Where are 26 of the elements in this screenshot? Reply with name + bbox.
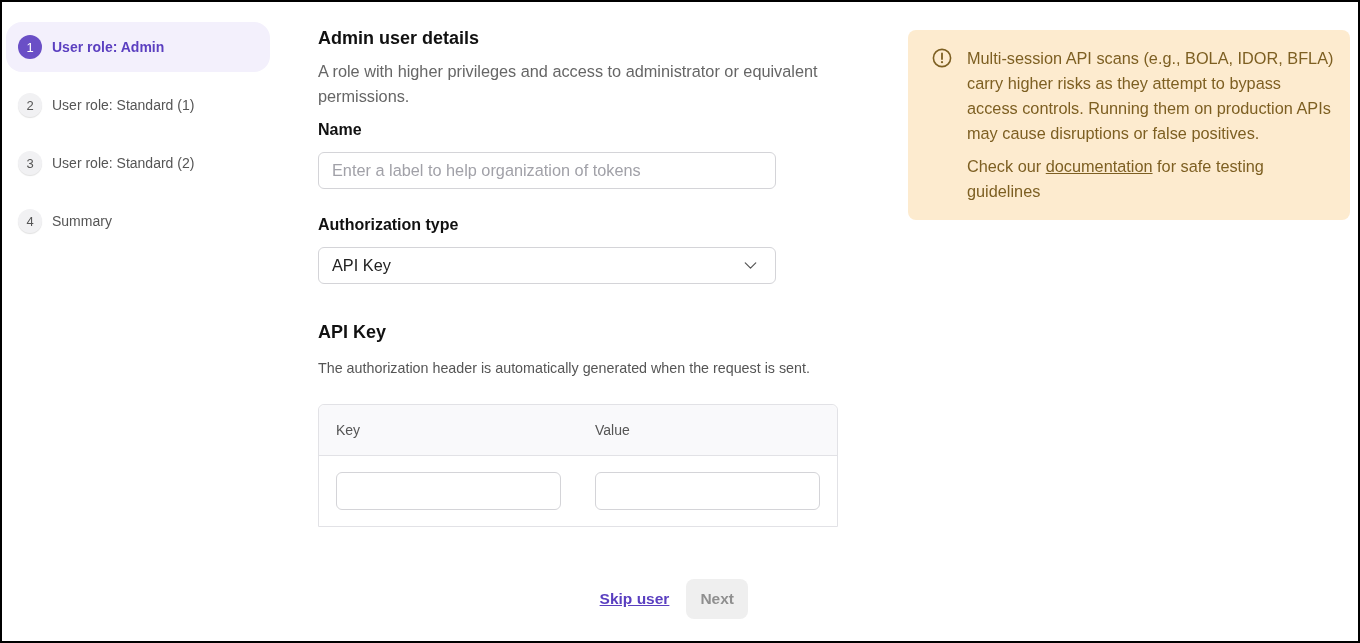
alert-message: Multi-session API scans (e.g., BOLA, IDOR, BFLA) carry higher risks as they attempt to bypass access controls. Running them on production APIs may cause disruptions or false positives. xyxy=(967,48,1335,144)
field-label: Authorization type xyxy=(318,215,460,235)
step-item[interactable]: 3 User role: Standard (2) xyxy=(6,138,270,188)
step-item[interactable]: 4 Summary xyxy=(6,196,270,246)
section-description: A role with higher privileges and access to administrator or equivalent permissions. xyxy=(318,61,819,107)
section-description: The authorization header is automatically generated when the request is sent. xyxy=(318,359,811,378)
step-item[interactable]: 2 User role: Standard (1) xyxy=(6,80,270,130)
step-number: 2 xyxy=(18,93,42,117)
alert-note: Check our documentation for safe testing guidelines xyxy=(967,156,1265,202)
table-input-field[interactable] xyxy=(336,472,561,510)
text-input-field[interactable]: Enter a label to help organization of tokens xyxy=(318,152,776,189)
section-title: API Key xyxy=(318,321,388,344)
select-dropdown[interactable]: API Key xyxy=(318,247,776,284)
step-number: 3 xyxy=(18,151,42,175)
field-label: Name xyxy=(318,120,363,140)
step-number: 4 xyxy=(18,209,42,233)
exclamation-circle-icon xyxy=(932,48,952,68)
step-number: 1 xyxy=(18,35,42,59)
skip-link[interactable]: Skip user xyxy=(599,590,670,608)
column-header: Value xyxy=(595,422,631,438)
chevron-down-icon xyxy=(744,262,757,269)
column-header: Key xyxy=(336,422,362,438)
documentation-link[interactable]: documentation xyxy=(1045,157,1153,175)
section-title: Admin user details xyxy=(318,27,481,50)
step-item[interactable]: 1 User role: Admin xyxy=(6,22,270,72)
table-input-field[interactable] xyxy=(595,472,820,510)
